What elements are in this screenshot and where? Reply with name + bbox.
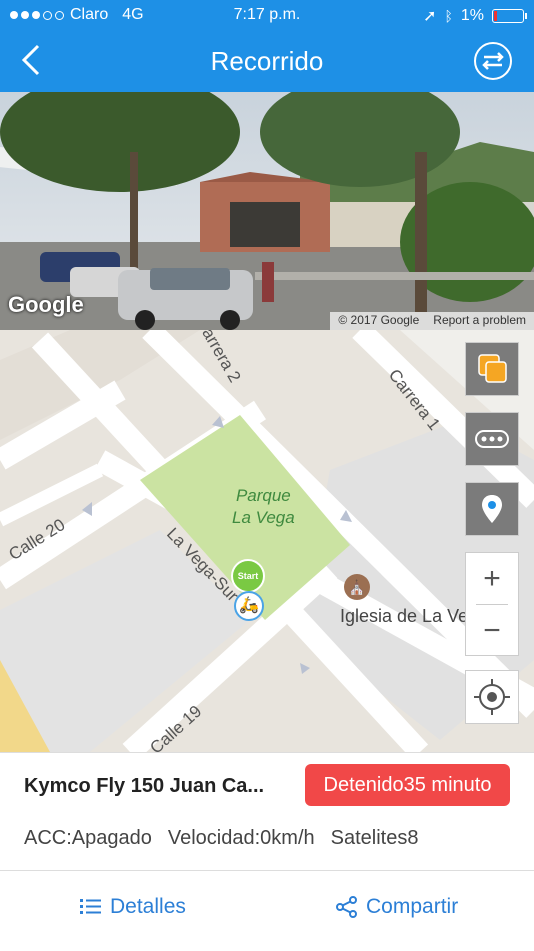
zoom-out-button[interactable]: − (466, 605, 518, 656)
share-button[interactable]: Compartir (336, 895, 458, 919)
route-icon (482, 52, 504, 70)
vehicle-info-panel: Kymco Fly 150 Juan Ca... Detenido35 minu… (0, 752, 534, 871)
my-location-button[interactable] (465, 670, 519, 724)
map-view[interactable]: Carrera 2 Carrera 1 Calle 20 Calle 19 La… (0, 330, 534, 752)
zoom-in-button[interactable]: + (466, 553, 518, 604)
vehicle-metrics: ACC:Apagado Velocidad:0km/h Satelites8 (24, 827, 418, 850)
copyright-text: © 2017 Google (338, 313, 420, 327)
share-icon (336, 896, 357, 918)
more-icon (475, 430, 509, 448)
status-bar: Claro 4G 7:17 p.m. ➚ ᛒ 1% (0, 0, 534, 30)
nav-bar: Recorrido (0, 30, 534, 92)
location-arrow-icon: ➚ (423, 8, 437, 25)
speed-value: Velocidad:0km/h (167, 827, 315, 849)
park-label-line2: La Vega (232, 508, 295, 527)
status-right: ➚ ᛒ 1% (423, 6, 527, 26)
report-problem-link[interactable]: Report a problem (433, 313, 526, 330)
acc-status: ACC:Apagado (24, 827, 152, 849)
bluetooth-icon: ᛒ (444, 8, 453, 24)
battery-icon (492, 9, 527, 23)
list-icon (80, 899, 101, 914)
start-marker-label: Start (237, 571, 259, 581)
church-icon: ⛪ (344, 574, 370, 600)
scooter-marker-icon[interactable]: 🛵 (234, 591, 264, 621)
layers-icon (478, 354, 507, 383)
church-label: Iglesia de La Ve (340, 606, 469, 626)
map-layers-button[interactable] (465, 342, 519, 396)
satellites-value: Satelites8 (330, 827, 419, 849)
app-header: Claro 4G 7:17 p.m. ➚ ᛒ 1% Recorrido (0, 0, 534, 92)
zoom-control: + − (465, 552, 519, 656)
details-button[interactable]: Detalles (80, 895, 186, 919)
street-view-footer: © 2017 Google Report a problem (330, 312, 534, 330)
crosshair-icon (474, 679, 510, 715)
bottom-bar: Detalles Compartir (0, 870, 534, 951)
park-label: Parque La Vega (232, 485, 295, 529)
page-title: Recorrido (210, 46, 324, 76)
vehicle-name: Kymco Fly 150 Juan Ca... (24, 775, 265, 797)
map-pin-button[interactable] (465, 482, 519, 536)
battery-percent: 1% (460, 7, 484, 24)
google-logo: Google (8, 292, 84, 317)
start-marker[interactable]: Start (231, 559, 265, 593)
details-label: Detalles (110, 895, 186, 918)
map-pin-icon (482, 495, 502, 523)
map-more-button[interactable] (465, 412, 519, 466)
street-view[interactable]: Google © 2017 Google Report a problem (0, 92, 534, 330)
route-button[interactable] (474, 42, 512, 80)
status-badge: Detenido35 minuto (305, 764, 510, 806)
map-canvas (0, 330, 534, 752)
park-label-line1: Parque (235, 486, 291, 505)
share-label: Compartir (366, 895, 459, 918)
